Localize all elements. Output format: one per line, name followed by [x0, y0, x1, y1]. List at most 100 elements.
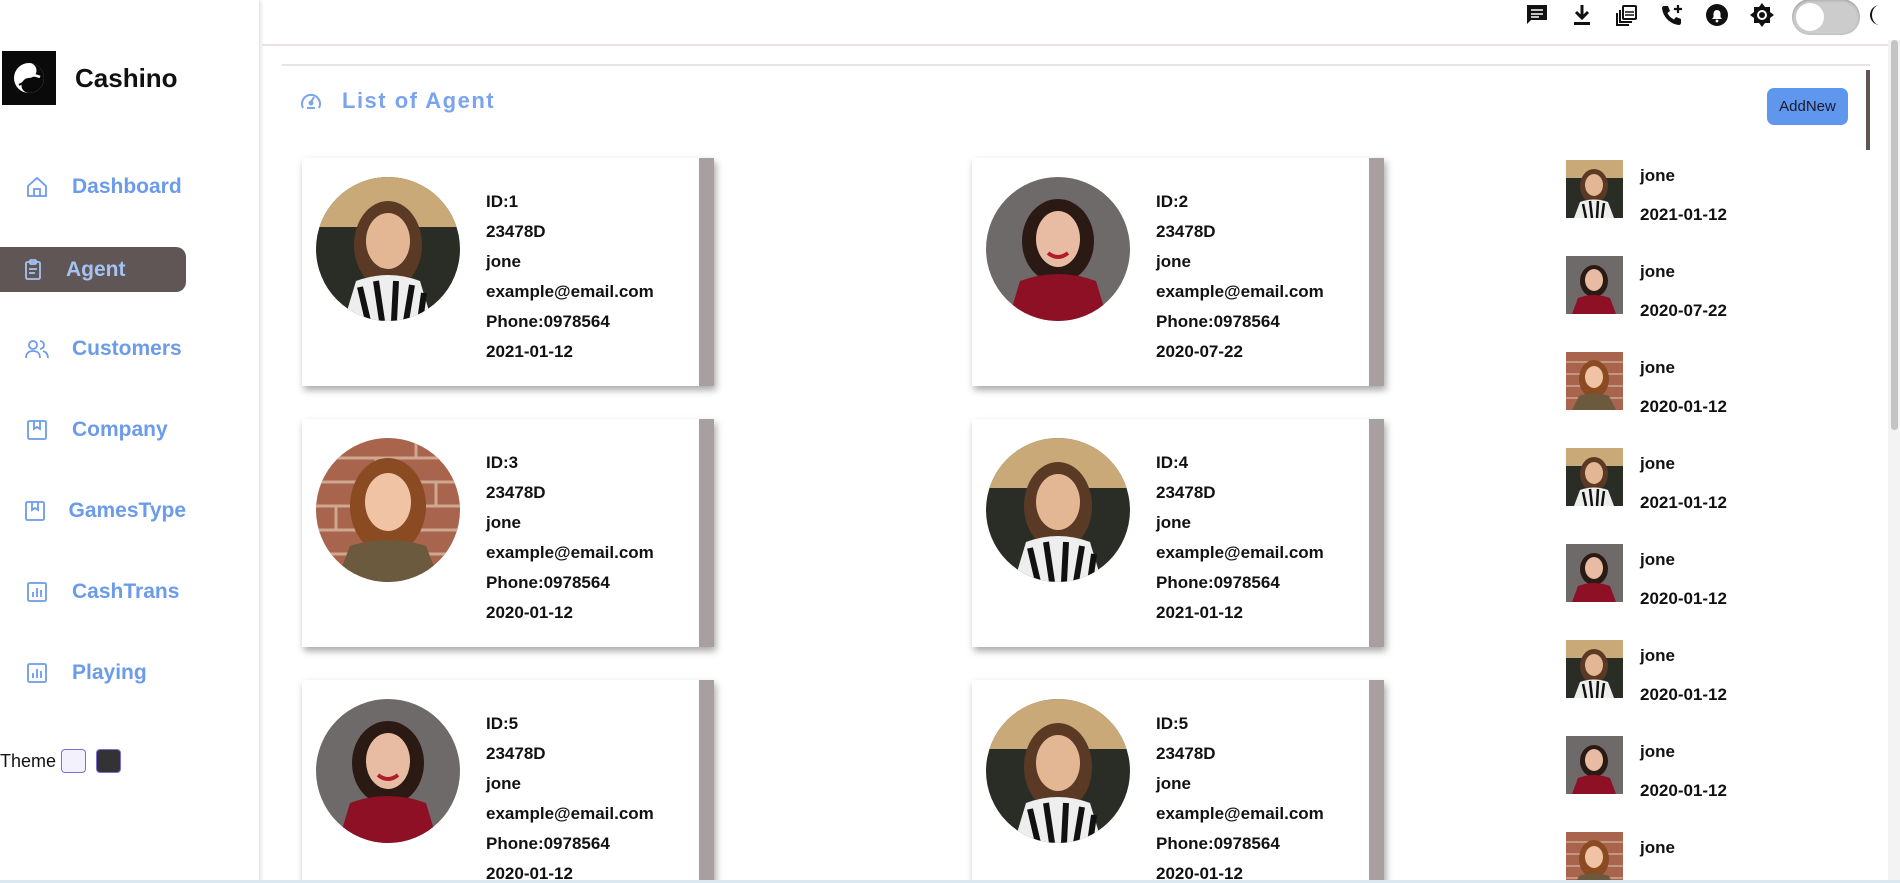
agent-code: 23478D: [486, 744, 546, 763]
list-item-name: jone: [1640, 838, 1675, 857]
moon-icon[interactable]: [1860, 0, 1900, 30]
sidebar-item-company[interactable]: Company: [0, 408, 186, 452]
sidebar-item-label: Customers: [72, 337, 182, 360]
agent-code: 23478D: [486, 483, 546, 502]
agent-thumbnail: [1566, 160, 1623, 218]
toggle-knob: [1796, 3, 1824, 31]
agent-name: jone: [486, 774, 521, 793]
bookmark-icon: [23, 416, 51, 444]
sidebar-item-customers[interactable]: Customers: [0, 327, 186, 371]
agent-email: example@email.com: [486, 282, 654, 301]
page-title: List of Agent: [298, 88, 495, 114]
sidebar-item-cashtrans[interactable]: CashTrans: [0, 570, 186, 614]
sidebar-item-agent[interactable]: Agent: [0, 247, 186, 292]
list-item-date: 2020-07-22: [1640, 301, 1727, 320]
agent-name: jone: [486, 252, 521, 271]
theme-toggle[interactable]: [1792, 0, 1860, 35]
agent-info: ID:1 23478D jone example@email.com Phone…: [486, 187, 654, 367]
list-item-date: 2021-01-12: [1640, 493, 1727, 512]
list-item[interactable]: jone 2020-01-12: [1566, 544, 1806, 608]
agent-code: 23478D: [1156, 744, 1216, 763]
bar-chart-icon: [23, 659, 51, 687]
agent-card[interactable]: ID:4 23478D jone example@email.com Phone…: [972, 419, 1384, 647]
sidebar-item-playing[interactable]: Playing: [0, 651, 186, 695]
agent-info: ID:4 23478D jone example@email.com Phone…: [1156, 448, 1324, 628]
agent-phone: Phone:0978564: [486, 573, 610, 592]
sidebar-item-label: Agent: [66, 257, 126, 281]
list-item-name: jone: [1640, 454, 1675, 473]
swirl-logo-icon: [2, 51, 56, 105]
sidebar: Cashino Dashboard Agent Customers Compan: [0, 0, 259, 883]
list-item-name: jone: [1640, 262, 1675, 281]
phone-add-icon[interactable]: [1649, 0, 1694, 30]
list-item[interactable]: jone 2021-01-12: [1566, 448, 1806, 512]
add-new-button[interactable]: AddNew: [1767, 88, 1848, 125]
list-item-name: jone: [1640, 550, 1675, 569]
list-item-name: jone: [1640, 646, 1675, 665]
agent-date: 2021-01-12: [486, 342, 573, 361]
list-item-name: jone: [1640, 358, 1675, 377]
gauge-icon: [298, 88, 324, 114]
agent-card[interactable]: ID:3 23478D jone example@email.com Phone…: [302, 419, 714, 647]
list-item-date: 2020-01-12: [1640, 781, 1727, 800]
download-icon[interactable]: [1559, 0, 1604, 30]
list-item-name: jone: [1640, 166, 1675, 185]
agent-info: ID:5 23478D jone example@email.com Phone…: [1156, 709, 1324, 883]
agent-card[interactable]: ID:1 23478D jone example@email.com Phone…: [302, 158, 714, 386]
agent-avatar: [316, 177, 460, 321]
agent-name: jone: [1156, 774, 1191, 793]
agent-card[interactable]: ID:2 23478D jone example@email.com Phone…: [972, 158, 1384, 386]
agent-code: 23478D: [486, 222, 546, 241]
sidebar-item-dashboard[interactable]: Dashboard: [0, 165, 186, 209]
agent-id: ID:1: [486, 192, 519, 211]
sidebar-item-gamestype[interactable]: GamesType: [0, 489, 186, 533]
agent-name: jone: [486, 513, 521, 532]
agent-email: example@email.com: [486, 804, 654, 823]
agent-thumbnail: [1566, 832, 1623, 880]
users-icon: [23, 335, 51, 363]
list-item-date: 2020-01-12: [1640, 397, 1727, 416]
sidebar-item-label: CashTrans: [72, 580, 180, 603]
agent-avatar: [316, 438, 460, 582]
brightness-icon[interactable]: [1739, 0, 1784, 30]
copy-icon[interactable]: [1604, 0, 1649, 30]
notification-icon[interactable]: [1694, 0, 1739, 30]
list-item[interactable]: jone 2020-01-12: [1566, 640, 1806, 704]
agent-card[interactable]: ID:5 23478D jone example@email.com Phone…: [302, 680, 714, 883]
page-title-text: List of Agent: [342, 88, 496, 113]
list-item[interactable]: jone 2020-07-22: [1566, 256, 1806, 320]
agent-thumbnail: [1566, 640, 1623, 698]
theme-dark-swatch[interactable]: [96, 749, 122, 773]
agent-id: ID:2: [1156, 192, 1189, 211]
agent-card[interactable]: ID:5 23478D jone example@email.com Phone…: [972, 680, 1384, 883]
scrollbar-thumb[interactable]: [1891, 40, 1898, 430]
agent-info: ID:5 23478D jone example@email.com Phone…: [486, 709, 654, 883]
list-item[interactable]: jone 2020-01-12: [1566, 352, 1806, 416]
agent-avatar: [986, 699, 1130, 843]
window-scrollbar[interactable]: [1888, 40, 1900, 883]
agent-name: jone: [1156, 252, 1191, 271]
home-icon: [23, 173, 51, 201]
agent-thumbnail: [1566, 352, 1623, 410]
brand[interactable]: Cashino: [2, 51, 178, 105]
theme-light-swatch[interactable]: [61, 749, 87, 773]
list-item-date: 2020-01-12: [1640, 589, 1727, 608]
agent-avatar: [316, 699, 460, 843]
message-icon[interactable]: [1514, 0, 1559, 30]
list-item[interactable]: jone: [1566, 832, 1806, 880]
agent-thumbnail: [1566, 256, 1623, 314]
agent-avatar: [986, 438, 1130, 582]
agent-avatar: [986, 177, 1130, 321]
sidebar-item-label: GamesType: [68, 499, 187, 522]
sidebar-item-label: Playing: [72, 661, 147, 684]
agent-id: ID:3: [486, 453, 519, 472]
panel-scrollbar[interactable]: [1866, 70, 1870, 150]
brand-name: Cashino: [75, 62, 178, 93]
agent-date: 2021-01-12: [1156, 603, 1243, 622]
agent-id: ID:5: [1156, 714, 1189, 733]
list-item[interactable]: jone 2020-01-12: [1566, 736, 1806, 800]
sidebar-item-label: Dashboard: [72, 175, 182, 198]
agent-code: 23478D: [1156, 483, 1216, 502]
list-item[interactable]: jone 2021-01-12: [1566, 160, 1806, 224]
agent-thumbnail: [1566, 736, 1623, 794]
